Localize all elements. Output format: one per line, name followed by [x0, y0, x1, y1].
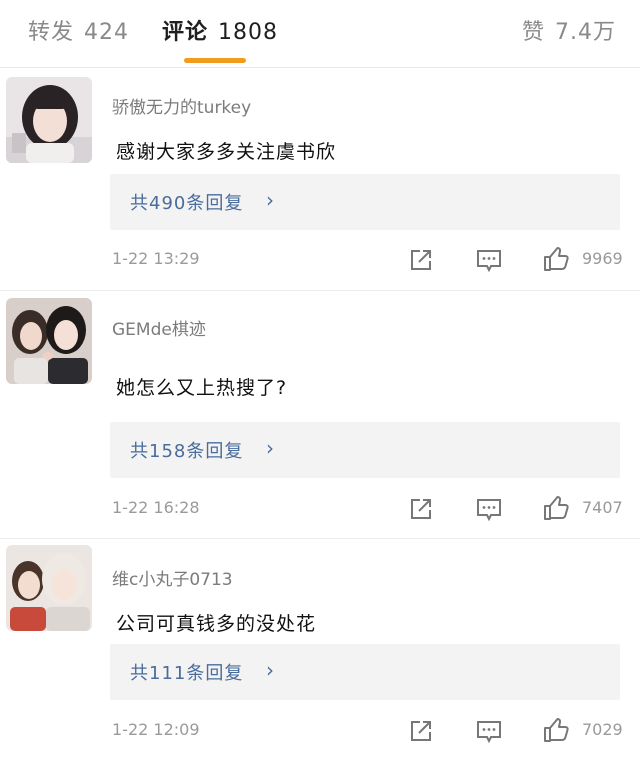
share-icon[interactable] [407, 495, 435, 523]
chevron-right-icon: › [266, 436, 274, 460]
timestamp: 1-22 16:28 [112, 498, 200, 517]
timestamp: 1-22 13:29 [112, 249, 200, 268]
avatar[interactable] [6, 545, 92, 631]
thumbs-up-icon[interactable] [542, 245, 570, 273]
replies-count: 共490条回复 [130, 193, 244, 214]
avatar[interactable] [6, 77, 92, 163]
replies-count: 共111条回复 [130, 663, 244, 684]
username[interactable]: 维c小丸子0713 [112, 565, 233, 590]
like-count: 7407 [582, 498, 623, 517]
timestamp: 1-22 12:09 [112, 720, 200, 739]
share-icon[interactable] [407, 717, 435, 745]
comment-text: 公司可真钱多的没处花 [116, 613, 317, 635]
tab-likes-label: 赞 [521, 20, 545, 45]
thumbs-up-icon[interactable] [542, 716, 570, 744]
comment-item: 骄傲无力的turkey 感谢大家多多关注虞书欣 共490条回复 › 1-22 1… [0, 69, 640, 291]
view-replies-button[interactable]: 共490条回复 › [110, 174, 620, 230]
avatar[interactable] [6, 298, 92, 384]
like-count: 7029 [582, 720, 623, 739]
username[interactable]: GEMde棋迹 [112, 315, 206, 340]
chevron-right-icon: › [266, 188, 274, 212]
tab-likes-count: 7.4万 [555, 20, 616, 45]
comment-icon[interactable] [475, 495, 503, 523]
username[interactable]: 骄傲无力的turkey [112, 93, 251, 118]
like-count: 9969 [582, 249, 623, 268]
tab-repost[interactable]: 转发 424 [28, 14, 129, 46]
view-replies-button[interactable]: 共111条回复 › [110, 644, 620, 700]
share-icon[interactable] [407, 246, 435, 274]
thumbs-up-icon[interactable] [542, 494, 570, 522]
comment-text: 她怎么又上热搜了? [116, 377, 288, 399]
comment-item: 维c小丸子0713 公司可真钱多的没处花 共111条回复 › 1-22 12:0… [0, 539, 640, 757]
comment-item: GEMde棋迹 她怎么又上热搜了? 共158条回复 › 1-22 16:28 7… [0, 291, 640, 539]
chevron-right-icon: › [266, 658, 274, 682]
tab-repost-count: 424 [84, 20, 130, 45]
tab-comments[interactable]: 评论 1808 [162, 14, 278, 46]
tab-comments-count: 1808 [218, 20, 279, 45]
tab-comments-label: 评论 [162, 20, 209, 45]
comment-icon[interactable] [475, 717, 503, 745]
comment-icon[interactable] [475, 246, 503, 274]
view-replies-button[interactable]: 共158条回复 › [110, 422, 620, 478]
active-tab-indicator [184, 58, 246, 63]
tab-repost-label: 转发 [28, 20, 75, 45]
comment-text: 感谢大家多多关注虞书欣 [116, 141, 337, 163]
tab-bar: 转发 424 评论 1808 赞 7.4万 [0, 0, 640, 68]
replies-count: 共158条回复 [130, 441, 244, 462]
tab-likes[interactable]: 赞 7.4万 [522, 14, 616, 46]
